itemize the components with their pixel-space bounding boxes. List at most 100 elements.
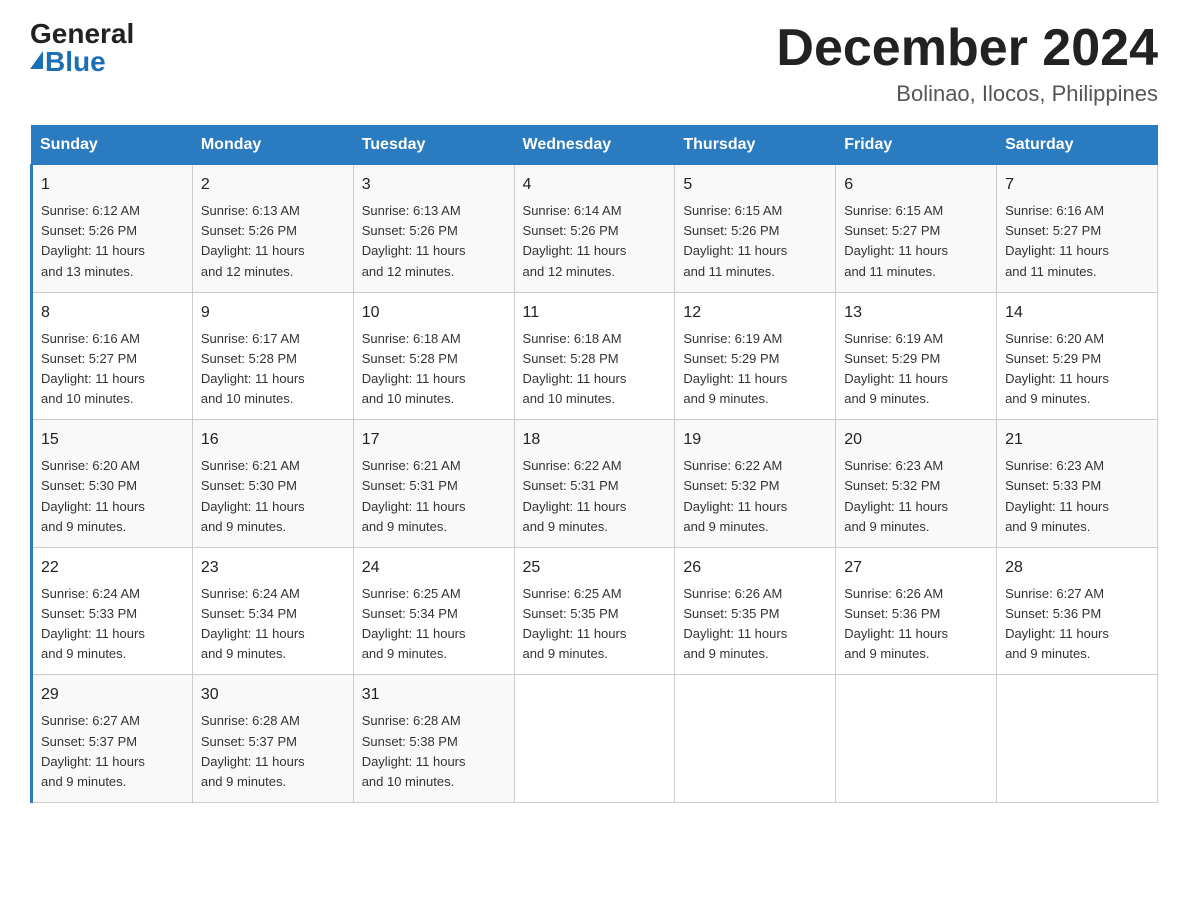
day-info: Sunrise: 6:20 AMSunset: 5:30 PMDaylight:… — [41, 456, 184, 537]
table-row: 21 Sunrise: 6:23 AMSunset: 5:33 PMDayligh… — [997, 420, 1158, 548]
col-friday: Friday — [836, 126, 997, 165]
table-row: 26 Sunrise: 6:26 AMSunset: 5:35 PMDayligh… — [675, 547, 836, 675]
table-row: 4 Sunrise: 6:14 AMSunset: 5:26 PMDaylight… — [514, 165, 675, 293]
day-info: Sunrise: 6:26 AMSunset: 5:36 PMDaylight:… — [844, 584, 988, 665]
page-header: General Blue December 2024 Bolinao, Iloc… — [30, 20, 1158, 107]
day-info: Sunrise: 6:18 AMSunset: 5:28 PMDaylight:… — [362, 329, 506, 410]
day-number: 11 — [523, 301, 667, 325]
day-info: Sunrise: 6:25 AMSunset: 5:35 PMDaylight:… — [523, 584, 667, 665]
day-number: 3 — [362, 173, 506, 197]
table-row: 20 Sunrise: 6:23 AMSunset: 5:32 PMDayligh… — [836, 420, 997, 548]
day-info: Sunrise: 6:19 AMSunset: 5:29 PMDaylight:… — [683, 329, 827, 410]
calendar-week-row: 15 Sunrise: 6:20 AMSunset: 5:30 PMDayligh… — [32, 420, 1158, 548]
day-number: 10 — [362, 301, 506, 325]
day-number: 9 — [201, 301, 345, 325]
table-row: 10 Sunrise: 6:18 AMSunset: 5:28 PMDayligh… — [353, 292, 514, 420]
day-info: Sunrise: 6:15 AMSunset: 5:26 PMDaylight:… — [683, 201, 827, 282]
logo: General Blue — [30, 20, 134, 76]
table-row: 9Sunrise: 6:17 AMSunset: 5:28 PMDaylight… — [192, 292, 353, 420]
day-number: 24 — [362, 556, 506, 580]
month-year-title: December 2024 — [776, 20, 1158, 77]
day-number: 12 — [683, 301, 827, 325]
day-number: 15 — [41, 428, 184, 452]
table-row: 16 Sunrise: 6:21 AMSunset: 5:30 PMDayligh… — [192, 420, 353, 548]
day-number: 19 — [683, 428, 827, 452]
col-saturday: Saturday — [997, 126, 1158, 165]
table-row: 3 Sunrise: 6:13 AMSunset: 5:26 PMDaylight… — [353, 165, 514, 293]
day-info: Sunrise: 6:27 AMSunset: 5:36 PMDaylight:… — [1005, 584, 1149, 665]
logo-triangle-icon — [30, 51, 43, 69]
day-info: Sunrise: 6:14 AMSunset: 5:26 PMDaylight:… — [523, 201, 667, 282]
day-number: 23 — [201, 556, 345, 580]
day-info: Sunrise: 6:21 AMSunset: 5:31 PMDaylight:… — [362, 456, 506, 537]
day-number: 7 — [1005, 173, 1149, 197]
header-row: Sunday Monday Tuesday Wednesday Thursday… — [32, 126, 1158, 165]
day-number: 5 — [683, 173, 827, 197]
table-row: 14Sunrise: 6:20 AMSunset: 5:29 PMDayligh… — [997, 292, 1158, 420]
col-wednesday: Wednesday — [514, 126, 675, 165]
day-number: 20 — [844, 428, 988, 452]
table-row: 5 Sunrise: 6:15 AMSunset: 5:26 PMDaylight… — [675, 165, 836, 293]
calendar-week-row: 8Sunrise: 6:16 AMSunset: 5:27 PMDaylight… — [32, 292, 1158, 420]
day-number: 17 — [362, 428, 506, 452]
day-number: 4 — [523, 173, 667, 197]
calendar-week-row: 1 Sunrise: 6:12 AMSunset: 5:26 PMDaylight… — [32, 165, 1158, 293]
day-number: 1 — [41, 173, 184, 197]
day-info: Sunrise: 6:22 AMSunset: 5:32 PMDaylight:… — [683, 456, 827, 537]
calendar-header: Sunday Monday Tuesday Wednesday Thursday… — [32, 126, 1158, 165]
day-number: 16 — [201, 428, 345, 452]
day-info: Sunrise: 6:23 AMSunset: 5:32 PMDaylight:… — [844, 456, 988, 537]
day-number: 2 — [201, 173, 345, 197]
day-info: Sunrise: 6:15 AMSunset: 5:27 PMDaylight:… — [844, 201, 988, 282]
col-thursday: Thursday — [675, 126, 836, 165]
day-info: Sunrise: 6:12 AMSunset: 5:26 PMDaylight:… — [41, 201, 184, 282]
table-row: 12 Sunrise: 6:19 AMSunset: 5:29 PMDayligh… — [675, 292, 836, 420]
table-row: 25 Sunrise: 6:25 AMSunset: 5:35 PMDayligh… — [514, 547, 675, 675]
table-row: 17 Sunrise: 6:21 AMSunset: 5:31 PMDayligh… — [353, 420, 514, 548]
col-sunday: Sunday — [32, 126, 193, 165]
day-info: Sunrise: 6:20 AMSunset: 5:29 PMDaylight:… — [1005, 329, 1149, 410]
day-number: 29 — [41, 683, 184, 707]
table-row: 1 Sunrise: 6:12 AMSunset: 5:26 PMDaylight… — [32, 165, 193, 293]
table-row — [675, 675, 836, 803]
table-row: 19 Sunrise: 6:22 AMSunset: 5:32 PMDayligh… — [675, 420, 836, 548]
title-section: December 2024 Bolinao, Ilocos, Philippin… — [776, 20, 1158, 107]
table-row: 8Sunrise: 6:16 AMSunset: 5:27 PMDaylight… — [32, 292, 193, 420]
day-info: Sunrise: 6:26 AMSunset: 5:35 PMDaylight:… — [683, 584, 827, 665]
day-info: Sunrise: 6:21 AMSunset: 5:30 PMDaylight:… — [201, 456, 345, 537]
day-number: 18 — [523, 428, 667, 452]
table-row: 13Sunrise: 6:19 AMSunset: 5:29 PMDayligh… — [836, 292, 997, 420]
day-info: Sunrise: 6:22 AMSunset: 5:31 PMDaylight:… — [523, 456, 667, 537]
day-info: Sunrise: 6:16 AMSunset: 5:27 PMDaylight:… — [41, 329, 184, 410]
table-row: 27 Sunrise: 6:26 AMSunset: 5:36 PMDayligh… — [836, 547, 997, 675]
day-number: 26 — [683, 556, 827, 580]
day-info: Sunrise: 6:27 AMSunset: 5:37 PMDaylight:… — [41, 711, 184, 792]
day-info: Sunrise: 6:24 AMSunset: 5:34 PMDaylight:… — [201, 584, 345, 665]
table-row: 31Sunrise: 6:28 AMSunset: 5:38 PMDayligh… — [353, 675, 514, 803]
table-row: 24Sunrise: 6:25 AMSunset: 5:34 PMDayligh… — [353, 547, 514, 675]
logo-blue-text: Blue — [30, 48, 106, 76]
day-number: 25 — [523, 556, 667, 580]
location-subtitle: Bolinao, Ilocos, Philippines — [776, 81, 1158, 107]
table-row: 6 Sunrise: 6:15 AMSunset: 5:27 PMDaylight… — [836, 165, 997, 293]
day-number: 6 — [844, 173, 988, 197]
day-info: Sunrise: 6:23 AMSunset: 5:33 PMDaylight:… — [1005, 456, 1149, 537]
day-info: Sunrise: 6:18 AMSunset: 5:28 PMDaylight:… — [523, 329, 667, 410]
calendar-week-row: 22 Sunrise: 6:24 AMSunset: 5:33 PMDayligh… — [32, 547, 1158, 675]
day-number: 27 — [844, 556, 988, 580]
table-row: 23 Sunrise: 6:24 AMSunset: 5:34 PMDayligh… — [192, 547, 353, 675]
table-row: 2Sunrise: 6:13 AMSunset: 5:26 PMDaylight… — [192, 165, 353, 293]
day-info: Sunrise: 6:24 AMSunset: 5:33 PMDaylight:… — [41, 584, 184, 665]
table-row: 15 Sunrise: 6:20 AMSunset: 5:30 PMDayligh… — [32, 420, 193, 548]
table-row: 7 Sunrise: 6:16 AMSunset: 5:27 PMDaylight… — [997, 165, 1158, 293]
col-monday: Monday — [192, 126, 353, 165]
day-info: Sunrise: 6:13 AMSunset: 5:26 PMDaylight:… — [362, 201, 506, 282]
day-number: 31 — [362, 683, 506, 707]
table-row: 11 Sunrise: 6:18 AMSunset: 5:28 PMDayligh… — [514, 292, 675, 420]
table-row: 29 Sunrise: 6:27 AMSunset: 5:37 PMDayligh… — [32, 675, 193, 803]
day-number: 21 — [1005, 428, 1149, 452]
day-info: Sunrise: 6:19 AMSunset: 5:29 PMDaylight:… — [844, 329, 988, 410]
day-number: 22 — [41, 556, 184, 580]
day-info: Sunrise: 6:16 AMSunset: 5:27 PMDaylight:… — [1005, 201, 1149, 282]
table-row — [514, 675, 675, 803]
